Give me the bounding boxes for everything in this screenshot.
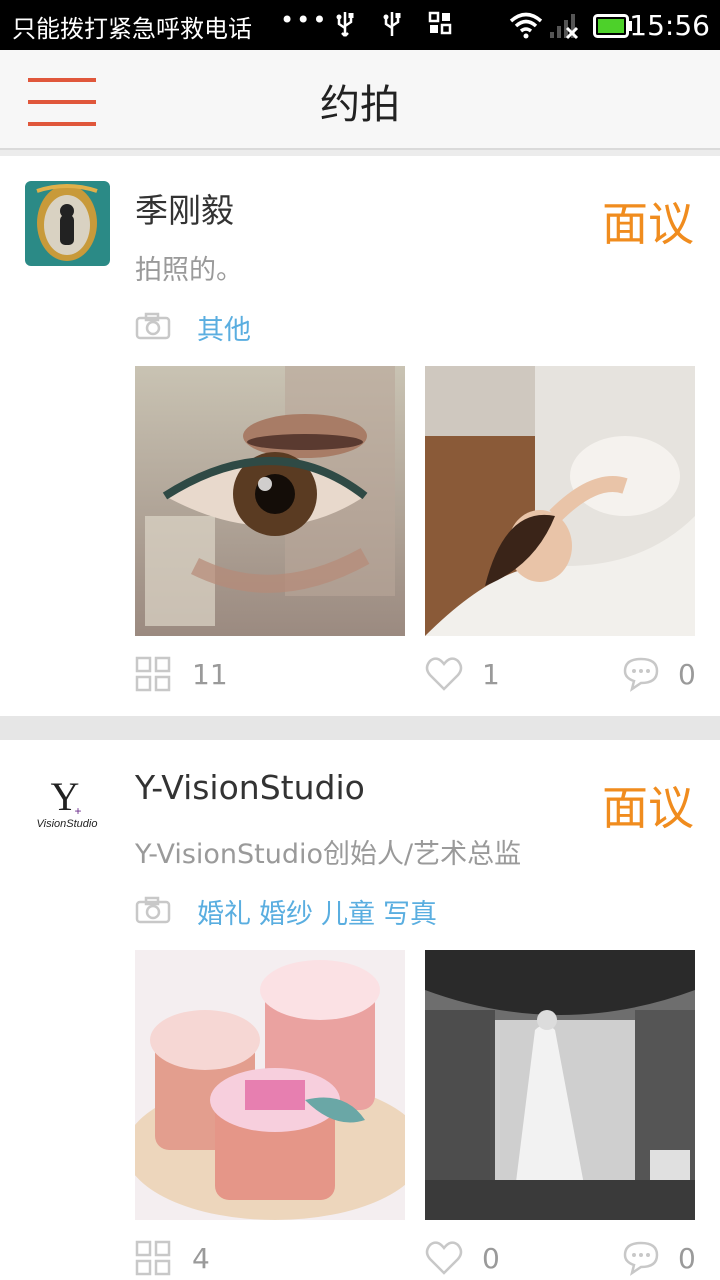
more-dots-icon: ••• [280,6,329,34]
post-card[interactable]: Y + VisionStudio Y-VisionStudio 面议 Y-Vis… [0,740,720,1280]
comment-button[interactable]: 0 [622,1240,702,1276]
card-divider [0,716,720,740]
user-description: 拍照的。 [135,255,243,286]
status-bar: 只能拨打紧急呼救电话 ••• 15:56 [0,0,720,50]
user-name[interactable]: 季刚毅 [135,184,234,232]
svg-text:VisionStudio: VisionStudio [37,818,98,830]
tag[interactable]: 婚纱 [259,899,313,930]
battery-icon [593,14,632,38]
grid-icon [135,1240,171,1276]
price-label: 面议 [602,197,694,251]
app-grid-icon [428,11,452,35]
user-name[interactable]: Y-VisionStudio [135,768,365,807]
photo-count: 11 [135,656,255,692]
svg-text:+: + [74,804,81,818]
tag-list: 婚礼 婚纱 儿童 写真 [197,892,445,931]
post-photo-wedding-dress[interactable] [425,950,695,1220]
tag-list: 其他 [197,308,259,347]
post-photo-cupcakes[interactable] [135,950,405,1220]
heart-icon [425,1241,463,1275]
user-description: Y-VisionStudio创始人/艺术总监 [135,839,522,870]
avatar[interactable]: Y + VisionStudio [25,765,110,850]
tag[interactable]: 其他 [197,315,251,346]
signal-icon [550,14,579,40]
clock-time: 15:56 [629,9,710,42]
heart-icon [425,657,463,691]
tag[interactable]: 写真 [383,899,437,930]
usb-icon [336,12,354,37]
photo-count: 4 [135,1240,255,1276]
post-card[interactable]: 季刚毅 面议 拍照的。 其他 11 1 0 [0,156,720,716]
grid-icon [135,656,171,692]
tag[interactable]: 儿童 [321,899,375,930]
comment-icon [623,1241,659,1276]
camera-icon [135,312,171,340]
price-label: 面议 [602,781,694,835]
photo-count-value: 11 [192,658,228,691]
avatar[interactable] [25,181,110,266]
comment-button[interactable]: 0 [622,656,702,692]
app-header: 约拍 [0,50,720,150]
like-button[interactable]: 1 [425,656,525,692]
comment-icon [623,657,659,692]
post-photo-portrait[interactable] [425,366,695,636]
comment-count: 0 [678,1242,696,1275]
wifi-icon [509,12,543,39]
status-text: 只能拨打紧急呼救电话 [12,15,252,43]
photo-count-value: 4 [192,1242,210,1275]
page-title: 约拍 [320,82,400,128]
like-button[interactable]: 0 [425,1240,525,1276]
post-photo-eye[interactable] [135,366,405,636]
comment-count: 0 [678,658,696,691]
like-count: 0 [482,1242,500,1275]
usb-debug-icon [383,12,401,36]
tag[interactable]: 婚礼 [197,899,251,930]
camera-icon [135,896,171,924]
like-count: 1 [482,658,500,691]
